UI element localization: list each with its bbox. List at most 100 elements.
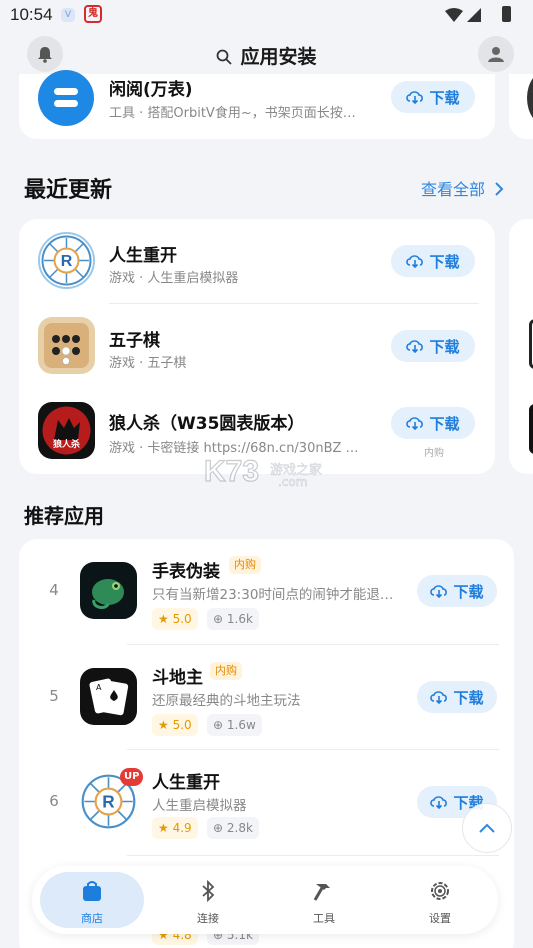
chevron-right-icon	[495, 182, 504, 196]
nav-settings[interactable]: 设置	[390, 872, 490, 928]
notification-icon: V	[61, 8, 75, 22]
rating-chip: ★ 5.0	[152, 714, 198, 736]
page-title-text: 应用安装	[240, 46, 317, 68]
list-item[interactable]: 4 手表伪装 内购 只有当新增23:30时间点的闹钟才能退… ★ 5.0 ⊕ 1…	[19, 551, 514, 651]
download-button[interactable]: 下载	[391, 245, 475, 277]
next-featured-card	[509, 70, 533, 139]
downloads-value: 1.6k	[226, 612, 253, 626]
app-desc: 工具 · 搭配OrbitV食用~，书架页面长按…	[109, 106, 356, 121]
downloads-chip: ⊕ 1.6w	[207, 714, 262, 736]
rating-chip: ★ 4.9	[152, 817, 198, 839]
nav-label: 连接	[197, 912, 219, 925]
app-icon-wuziqi	[38, 317, 95, 374]
search-icon	[217, 49, 233, 65]
download-label: 下载	[453, 582, 484, 601]
rating-value: 5.0	[172, 718, 192, 732]
cloud-download-icon	[406, 91, 424, 104]
cloud-download-icon	[406, 255, 424, 268]
app-name: 狼人杀（W35圆表版本）	[109, 414, 305, 434]
app-name: 五子棋	[109, 331, 160, 351]
app-icon-langrensha: 狼人杀	[38, 402, 95, 459]
list-item[interactable]: 5 A 斗地主 内购 还原最经典的斗地主玩法 ★ 5.0 ⊕ 1.6w 下载	[19, 657, 514, 757]
nav-label: 商店	[81, 912, 103, 925]
download-button[interactable]: 下载	[417, 575, 497, 607]
app-desc: 游戏 · 卡密链接 https://68n.cn/30nBZ …	[109, 441, 359, 456]
divider	[109, 303, 479, 304]
gear-icon	[431, 882, 449, 900]
list-item[interactable]: R 人生重开 游戏 · 人生重启模拟器 下载	[19, 221, 495, 301]
chevron-up-icon	[479, 823, 495, 833]
svg-text:R: R	[102, 791, 115, 811]
downloads-value: 1.6w	[226, 718, 256, 732]
downloads-chip: ⊕ 1.6k	[207, 608, 259, 630]
bag-icon	[83, 881, 101, 901]
svg-text:狼人杀: 狼人杀	[53, 438, 80, 450]
nav-label: 设置	[429, 912, 451, 925]
in-app-tag: 内购	[229, 556, 261, 574]
divider	[127, 855, 499, 856]
see-all-link[interactable]: 查看全部	[421, 176, 504, 200]
app-name: 手表伪装	[152, 562, 220, 582]
download-label: 下载	[429, 414, 460, 433]
app-desc: 还原最经典的斗地主玩法	[152, 693, 301, 709]
divider	[127, 644, 499, 645]
nav-label: 工具	[313, 912, 335, 925]
app-name: 斗地主	[152, 668, 203, 688]
download-label: 下载	[429, 252, 460, 271]
rating-value: 5.0	[172, 612, 192, 626]
download-label: 下载	[429, 337, 460, 356]
app-desc: 游戏 · 人生重启模拟器	[109, 271, 239, 286]
scroll-top-button[interactable]	[462, 803, 512, 853]
watermark-domain: .com	[278, 475, 308, 490]
in-app-tag: 内购	[210, 662, 242, 680]
bluetooth-icon	[202, 880, 215, 902]
featured-card: 闲阅(万表) 工具 · 搭配OrbitV食用~，书架页面长按… 下载	[19, 70, 495, 139]
user-icon	[488, 47, 504, 62]
app-name: 人生重开	[109, 246, 177, 266]
rank-number: 4	[49, 581, 59, 599]
see-all-label: 查看全部	[421, 180, 486, 199]
app-icon-watch-disguise	[80, 562, 137, 619]
cloud-download-icon	[406, 340, 424, 353]
app-desc: 只有当新增23:30时间点的闹钟才能退…	[152, 587, 394, 603]
divider	[127, 749, 499, 750]
download-label: 下载	[429, 88, 460, 107]
app-icon-xianyue	[38, 70, 94, 126]
cloud-download-icon	[406, 417, 424, 430]
list-item[interactable]: 6 R 人生重开 人生重启模拟器 ★ 4.9 ⊕ 2.8k 下载	[19, 762, 514, 862]
top-bar: 应用安装	[0, 36, 533, 74]
svg-text:R: R	[61, 253, 73, 270]
download-button[interactable]: 下载	[391, 330, 475, 362]
rank-number: 5	[49, 687, 59, 705]
status-bar: 10:54 V 鬼	[0, 0, 533, 30]
bottom-nav: 商店 连接 工具 设置	[32, 866, 498, 934]
watermark: K73 游戏之家 .com	[200, 454, 340, 495]
nav-connect[interactable]: 连接	[158, 872, 258, 928]
nav-store[interactable]: 商店	[40, 872, 144, 928]
section-title-recent: 最近更新	[24, 178, 113, 203]
section-title-recommend: 推荐应用	[24, 504, 104, 528]
download-label: 下载	[453, 688, 484, 707]
downloads-chip: ⊕ 2.8k	[207, 817, 259, 839]
download-button[interactable]: 下载	[391, 81, 475, 113]
account-button[interactable]	[478, 36, 514, 72]
update-badge: UP	[120, 768, 144, 786]
watermark-main: K73	[203, 454, 260, 488]
list-item[interactable]: 五子棋 游戏 · 五子棋 下载	[19, 306, 495, 386]
app-desc: 人生重启模拟器	[152, 798, 247, 814]
app-desc: 游戏 · 五子棋	[109, 356, 187, 371]
rating-chip: ★ 5.0	[152, 608, 198, 630]
in-app-purchase-note: 内购	[424, 448, 444, 459]
cloud-download-icon	[430, 796, 448, 809]
page-title: 应用安装	[0, 42, 533, 69]
next-recent-card	[509, 219, 533, 474]
recent-updates-card: R 人生重开 游戏 · 人生重启模拟器 下载 五子棋 游戏 · 五子棋 下载 狼…	[19, 219, 495, 474]
app-icon-doudizhu: A	[80, 668, 137, 725]
download-button[interactable]: 下载	[417, 681, 497, 713]
status-time: 10:54	[10, 5, 53, 24]
download-button[interactable]: 下载	[391, 407, 475, 439]
nav-tools[interactable]: 工具	[274, 872, 374, 928]
rank-number: 6	[49, 792, 59, 810]
hammer-icon	[313, 884, 330, 901]
app-name: 人生重开	[152, 773, 220, 793]
